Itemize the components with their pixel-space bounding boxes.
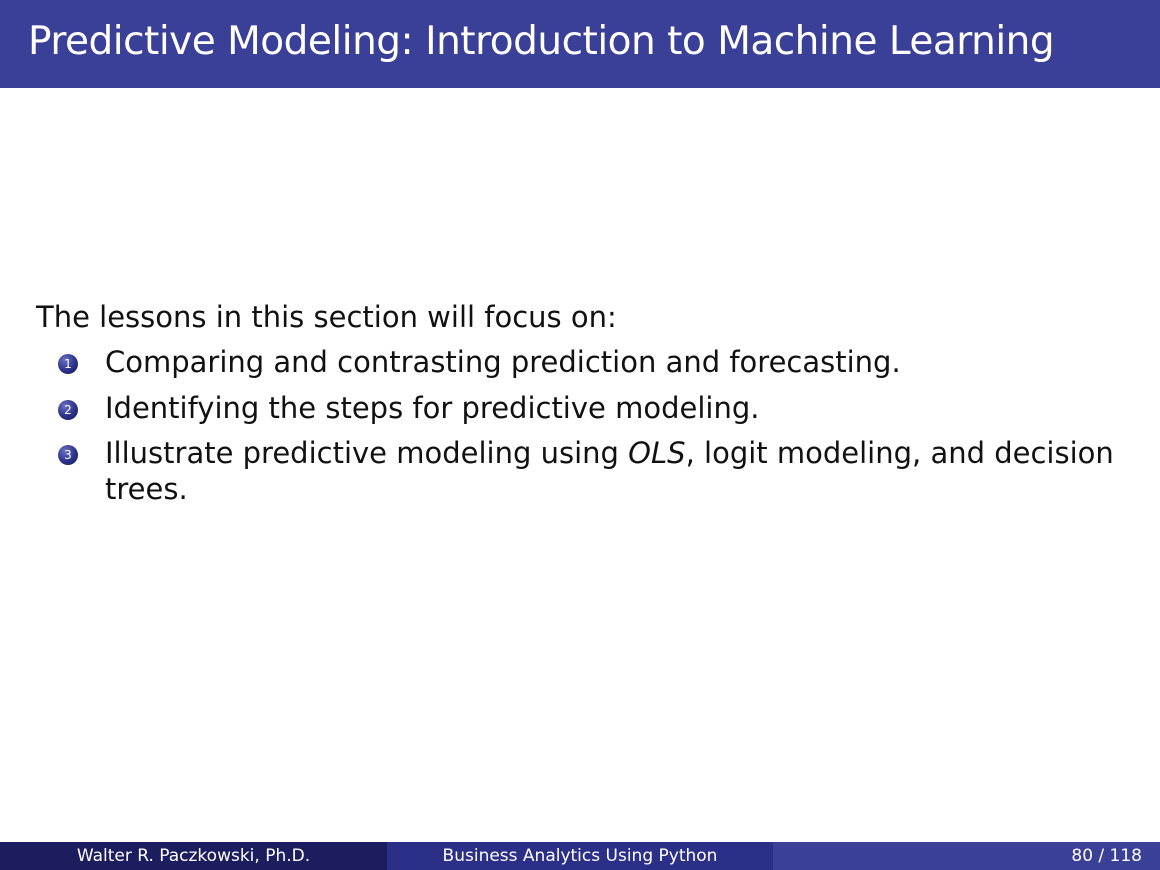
numbered-bullet-icon: 1 — [58, 354, 78, 375]
footer-course-title: Business Analytics Using Python — [387, 842, 773, 870]
slide-title: Predictive Modeling: Introduction to Mac… — [28, 19, 1055, 64]
lesson-item: 1 Comparing and contrasting prediction a… — [36, 345, 1126, 380]
numbered-bullet-icon: 3 — [58, 445, 78, 466]
footer-page-number: 80 / 118 — [773, 842, 1160, 870]
title-bar: Predictive Modeling: Introduction to Mac… — [0, 0, 1160, 88]
lesson-item-text: Comparing and contrasting prediction and… — [105, 345, 901, 380]
slide-content: The lessons in this section will focus o… — [36, 300, 1126, 517]
lesson-item-text-start: Illustrate predictive modeling using — [105, 436, 629, 471]
lesson-item-text: Identifying the steps for predictive mod… — [105, 390, 760, 425]
lesson-item: 3 Illustrate predictive modeling using O… — [36, 436, 1126, 507]
lesson-item: 2 Identifying the steps for predictive m… — [36, 391, 1126, 426]
lesson-item-text: Illustrate predictive modeling using OLS… — [105, 436, 1126, 507]
slide-footer: Walter R. Paczkowski, Ph.D. Business Ana… — [0, 842, 1160, 870]
numbered-bullet-icon: 2 — [58, 399, 78, 420]
intro-text: The lessons in this section will focus o… — [36, 300, 617, 334]
ols-emphasis: OLS — [628, 436, 686, 471]
lesson-list: 1 Comparing and contrasting prediction a… — [36, 345, 1126, 507]
footer-author: Walter R. Paczkowski, Ph.D. — [0, 842, 387, 870]
